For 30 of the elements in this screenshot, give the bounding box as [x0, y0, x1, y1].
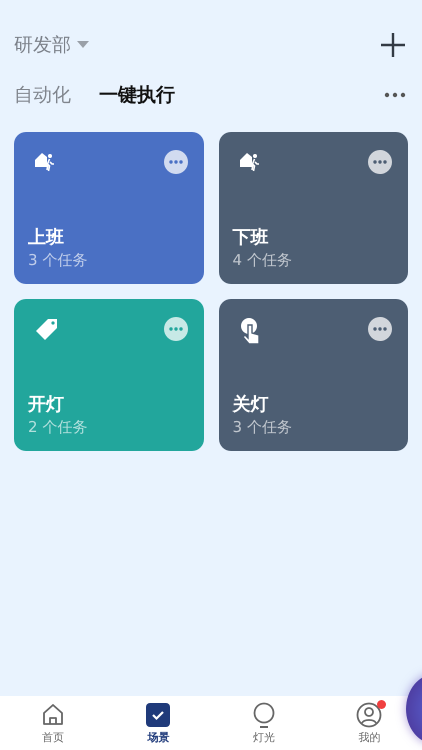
nav-tab[interactable]: 我的 [349, 702, 390, 744]
task-count: 3 个任务 [28, 251, 88, 270]
add-icon[interactable] [380, 32, 406, 58]
tab[interactable]: 自动化 [14, 82, 71, 108]
checkbox-icon [146, 702, 170, 726]
department-title[interactable]: 研发部 [14, 32, 71, 58]
dropdown-caret-icon[interactable] [77, 41, 89, 49]
nav-tab[interactable]: 灯光 [244, 702, 284, 744]
tab[interactable]: 一键执行 [99, 82, 175, 108]
home-icon [40, 702, 65, 726]
tag-icon [34, 317, 60, 341]
scene-card[interactable]: 开灯 2 个任务 [14, 299, 204, 451]
scene-name: 上班 [28, 226, 65, 249]
scene-name: 开灯 [28, 393, 65, 416]
scene-name: 关灯 [232, 393, 270, 416]
nav-tab[interactable]: 场景 [138, 702, 178, 744]
more-icon[interactable] [164, 150, 188, 174]
profile-icon [356, 702, 382, 728]
task-count: 3 个任务 [232, 418, 293, 437]
bulb-icon [252, 702, 276, 728]
scene-card[interactable]: 上班 3 个任务 [14, 132, 204, 284]
task-count: 2 个任务 [28, 418, 88, 437]
scene-card[interactable]: 下班 4 个任务 [218, 132, 408, 284]
scene-card[interactable]: 关灯 3 个任务 [218, 299, 408, 451]
more-icon[interactable] [384, 92, 406, 98]
nav-tab[interactable]: 首页 [32, 702, 73, 744]
scene-name: 下班 [232, 226, 270, 249]
more-icon[interactable] [368, 150, 392, 174]
task-count: 4 个任务 [232, 251, 293, 270]
more-icon[interactable] [368, 317, 392, 341]
